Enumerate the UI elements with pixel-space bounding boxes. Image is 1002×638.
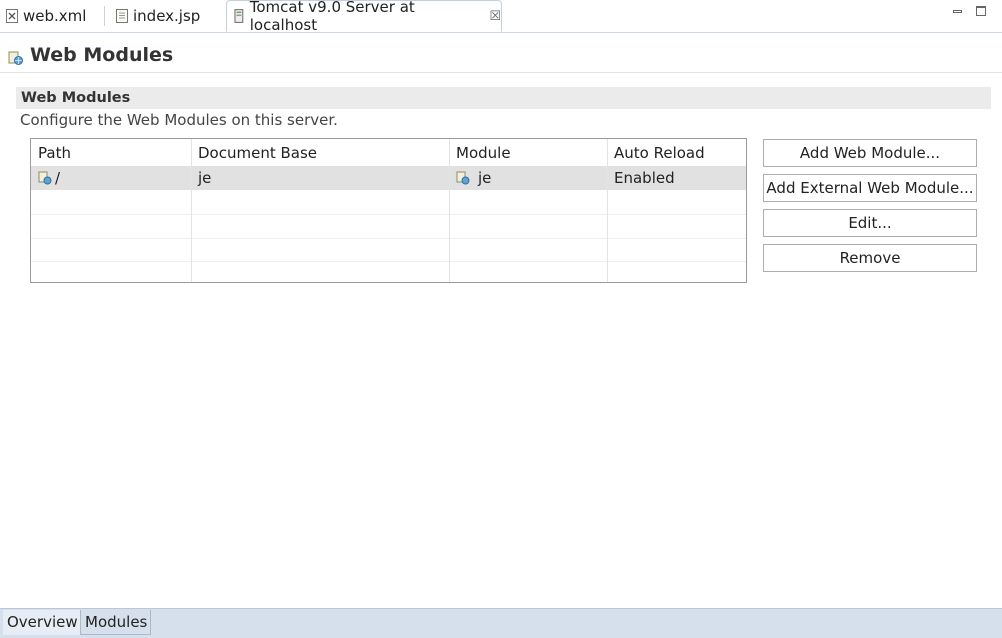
tab-web-xml[interactable]: web.xml [6, 1, 87, 31]
tab-overview[interactable]: Overview [3, 610, 80, 635]
cell-module-text: je [478, 169, 492, 187]
server-icon [234, 9, 244, 23]
remove-button[interactable]: Remove [763, 244, 977, 272]
jsp-file-icon [116, 9, 128, 23]
section-description: Configure the Web Modules on this server… [20, 111, 338, 129]
cell-module: je [449, 166, 607, 190]
close-icon[interactable]: ☒ [489, 9, 501, 24]
page-title: Web Modules [30, 44, 174, 66]
column-header-path[interactable]: Path [31, 139, 191, 166]
xml-file-icon [6, 9, 18, 23]
section-title: Web Modules [21, 90, 131, 106]
add-web-module-button[interactable]: Add Web Module... [763, 139, 977, 167]
edit-button[interactable]: Edit... [763, 209, 977, 237]
editor-page-tabs: Overview Modules [0, 608, 1002, 638]
cell-path-text: / [55, 169, 61, 187]
heading-divider [0, 72, 1002, 73]
web-modules-table[interactable]: Path Document Base Module Auto Reload / … [30, 138, 747, 283]
add-external-web-module-button[interactable]: Add External Web Module... [763, 174, 977, 202]
cell-auto-reload: Enabled [614, 169, 675, 187]
section-header: Web Modules [16, 87, 991, 109]
tab-label: Tomcat v9.0 Server at localhost [249, 0, 415, 34]
tab-tomcat-server[interactable]: Tomcat v9.0 Server at localhost ☒ [226, 0, 502, 34]
web-module-icon [8, 51, 23, 65]
cell-path: / [31, 166, 191, 190]
table-row[interactable]: / je je Enabled [31, 166, 746, 190]
column-header-document-base[interactable]: Document Base [191, 139, 449, 166]
tab-index-jsp[interactable]: index.jsp [116, 1, 201, 31]
table-header: Path Document Base Module Auto Reload [31, 139, 746, 166]
column-header-auto-reload[interactable]: Auto Reload [607, 139, 746, 166]
tab-modules[interactable]: Modules [80, 610, 151, 635]
column-header-module[interactable]: Module [449, 139, 607, 166]
minimize-icon[interactable] [953, 6, 963, 16]
maximize-icon[interactable] [976, 6, 986, 16]
tab-label: web.xml [23, 7, 87, 25]
web-module-icon [456, 171, 470, 185]
editor-tab-bar: web.xml index.jsp Tomcat v9.0 Server at … [0, 0, 1002, 34]
web-module-icon [38, 171, 52, 185]
tab-label: index.jsp [133, 7, 201, 25]
page-heading: Web Modules [8, 40, 173, 70]
cell-document-base: je [198, 169, 212, 187]
